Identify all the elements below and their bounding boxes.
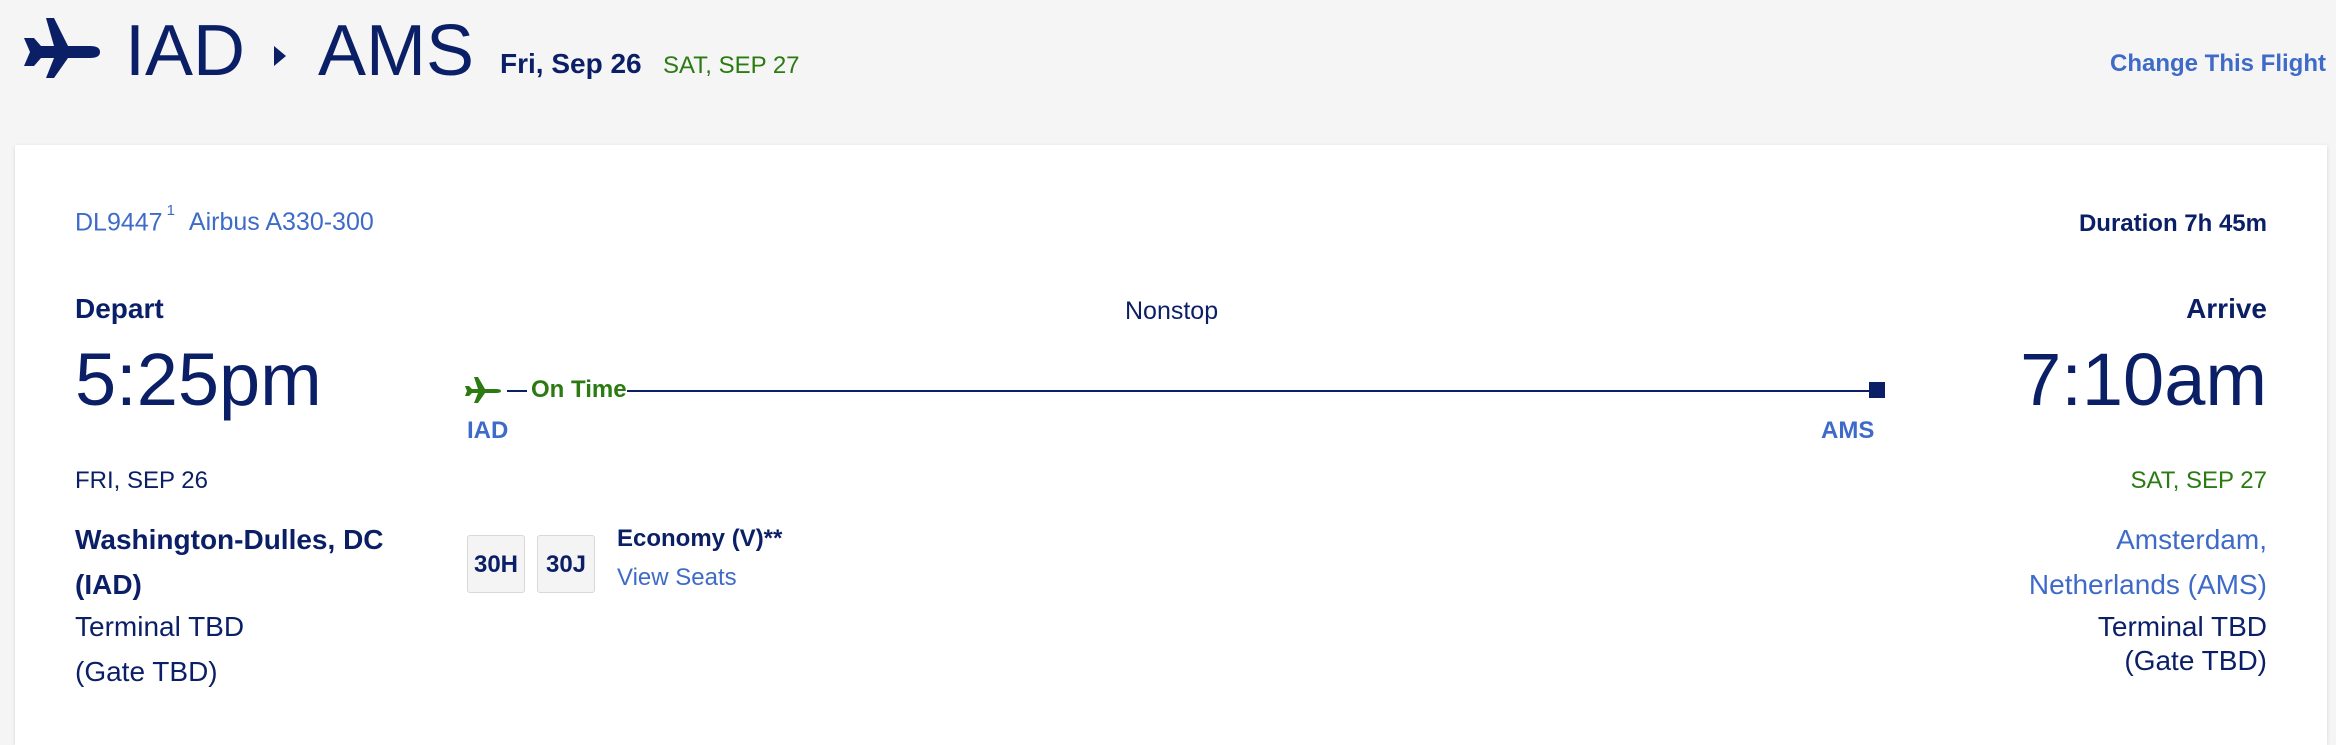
depart-time: 5:25pm <box>75 338 322 421</box>
square-marker-icon <box>1869 382 1885 398</box>
route-origin-label: IAD <box>467 417 509 444</box>
airplane-icon <box>465 377 501 403</box>
flight-duration: Duration 7h 45m <box>2078 210 2267 237</box>
caret-right-icon <box>274 46 286 66</box>
arrival-date: SAT, SEP 27 <box>663 52 800 79</box>
depart-city: Washington-Dulles, DC (IAD) <box>75 517 435 607</box>
arrive-terminal: Terminal TBD <box>2097 611 2267 642</box>
route-destination-label: AMS <box>1821 417 1875 444</box>
flight-number[interactable]: DL9447 <box>75 208 163 236</box>
cabin-class: Economy (V)** <box>617 525 783 552</box>
seat-chip[interactable]: 30H <box>467 535 525 593</box>
arrive-label: Arrive <box>2186 293 2267 324</box>
flight-status: On Time <box>531 376 627 403</box>
departure-date: Fri, Sep 26 <box>500 48 642 79</box>
arrive-gate: (Gate TBD) <box>2124 645 2267 676</box>
flight-footnote: 1 <box>166 202 175 219</box>
route-line <box>627 390 1875 392</box>
route-origin-code: IAD <box>125 11 246 91</box>
depart-terminal: Terminal TBD <box>75 611 245 642</box>
depart-city-code: (IAD) <box>75 569 142 600</box>
flight-info: DL9447 1 Airbus A330-300 <box>75 202 374 237</box>
trip-header: IAD AMS Fri, Sep 26 SAT, SEP 27 Change T… <box>0 0 2336 120</box>
arrive-city-country[interactable]: Netherlands (AMS) <box>1907 562 2267 607</box>
depart-city-name: Washington-Dulles, DC <box>75 524 384 555</box>
arrive-date: SAT, SEP 27 <box>2130 467 2267 494</box>
route-line-segment <box>507 390 527 392</box>
arrive-city-name[interactable]: Amsterdam, <box>1907 517 2267 562</box>
depart-date: FRI, SEP 26 <box>75 467 208 494</box>
change-flight-link[interactable]: Change This Flight <box>2110 50 2326 78</box>
arrive-time: 7:10am <box>2020 338 2267 421</box>
depart-gate: (Gate TBD) <box>75 656 218 687</box>
aircraft-type[interactable]: Airbus A330-300 <box>189 208 374 236</box>
flight-card: DL9447 1 Airbus A330-300 Duration 7h 45m D… <box>15 145 2327 745</box>
depart-label: Depart <box>75 293 164 324</box>
arrive-city-link[interactable]: Amsterdam, Netherlands (AMS) <box>1907 517 2267 607</box>
view-seats-link[interactable]: View Seats <box>617 564 737 592</box>
airplane-icon <box>24 18 100 78</box>
stops-label: Nonstop <box>1125 297 1219 325</box>
route-destination-code: AMS <box>318 11 475 91</box>
seat-chip[interactable]: 30J <box>537 535 595 593</box>
